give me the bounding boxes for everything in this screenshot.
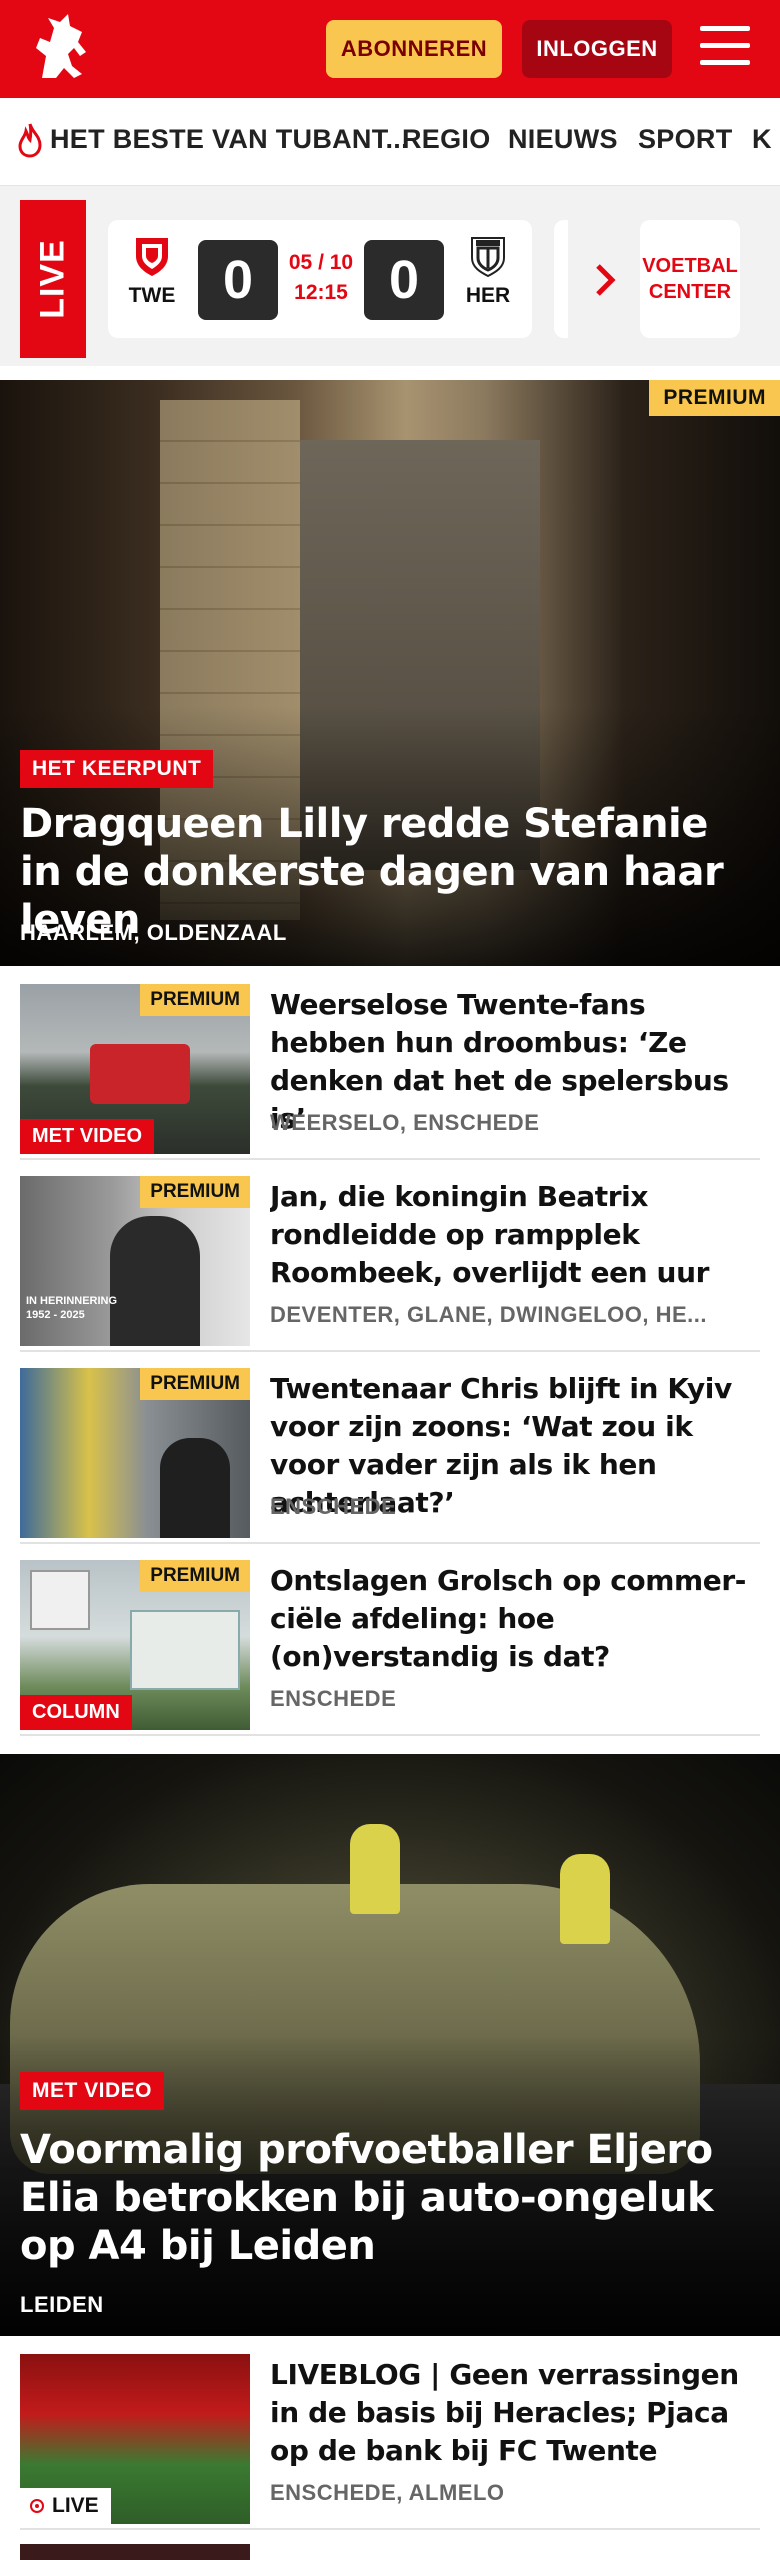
article-location: ENSCHEDE <box>270 1686 397 1711</box>
match-card[interactable]: TWE 0 05 / 10 12:15 0 HER <box>108 220 532 338</box>
next-article-thumbnail[interactable] <box>20 2544 250 2560</box>
heracles-crest-icon <box>468 234 508 278</box>
video-label: MET VIDEO <box>20 1119 155 1154</box>
article-thumbnail: IN HERINNERING 1952 - 2025 PREMIUM <box>20 1176 250 1346</box>
article-title[interactable]: Jan, die koningin Beatrix rondleidde op … <box>270 1178 760 1292</box>
premium-badge: PREMIUM <box>140 1560 250 1592</box>
video-label: MET VIDEO <box>20 2072 165 2110</box>
thumb-caption: IN HERINNERING 1952 - 2025 <box>26 1295 118 1321</box>
article-thumbnail: LIVE <box>20 2354 250 2524</box>
article-thumbnail: PREMIUM MET VIDEO <box>20 984 250 1154</box>
hero-article-2[interactable]: MET VIDEO Voormalig profvoetballer Eljer… <box>0 1754 780 2336</box>
live-chip: LIVE <box>20 2488 111 2524</box>
hero-article[interactable]: PREMIUM HET KEERPUNT Dragqueen Lilly red… <box>0 380 780 966</box>
columnist-avatar <box>30 1570 90 1630</box>
article-title[interactable]: LIVEBLOG | Geen verrassingen in de basis… <box>270 2356 760 2470</box>
article-location: WEERSELO, ENSCHEDE <box>270 1110 540 1135</box>
article-thumbnail: PREMIUM COLUMN <box>20 1560 250 1730</box>
list-item[interactable]: PREMIUM MET VIDEO Weerselose Twente-fans… <box>20 984 760 1160</box>
home-score: 0 <box>198 240 278 320</box>
premium-badge: PREMIUM <box>649 380 780 416</box>
building-shape <box>130 1610 240 1690</box>
article-label: HET KEERPUNT <box>20 750 214 788</box>
horse-icon[interactable] <box>20 8 104 92</box>
nav-item-best-of[interactable]: HET BESTE VAN TUBANT... <box>50 124 409 155</box>
column-label: COLUMN <box>20 1695 132 1730</box>
home-team: TWE <box>122 234 182 308</box>
article-location: ENSCHEDE <box>270 1494 397 1519</box>
premium-badge: PREMIUM <box>140 1176 250 1208</box>
chevron-right-icon[interactable] <box>590 262 620 298</box>
fc-twente-crest-icon <box>132 234 172 278</box>
away-score: 0 <box>364 240 444 320</box>
portrait-shape <box>110 1216 200 1346</box>
live-chip-label: LIVE <box>52 2494 99 2517</box>
officer-shape <box>350 1824 400 1914</box>
match-date: 05 / 10 <box>288 251 354 274</box>
flame-icon <box>16 122 44 158</box>
hero-location: LEIDEN <box>20 2292 104 2317</box>
nav-item-nieuws[interactable]: NIEUWS <box>508 124 618 155</box>
nav-item-regio[interactable]: REGIO <box>402 124 491 155</box>
article-title[interactable]: Ontslagen Grolsch op commer-ciële afdeli… <box>270 1562 760 1676</box>
live-dot-icon <box>30 2499 44 2513</box>
hero-title[interactable]: Voormalig profvoetballer Eljero Elia bet… <box>20 2126 760 2270</box>
premium-badge: PREMIUM <box>140 1368 250 1400</box>
officer-shape <box>560 1854 610 1944</box>
next-match-card[interactable] <box>554 220 568 338</box>
live-tag: LIVE <box>20 200 86 358</box>
section-nav: HET BESTE VAN TUBANT... REGIO NIEUWS SPO… <box>0 98 780 186</box>
list-item[interactable]: PREMIUM COLUMN Ontslagen Grolsch op comm… <box>20 1560 760 1736</box>
away-team-code: HER <box>465 284 511 307</box>
article-location: DEVENTER, GLANE, DWINGELOO, HE... <box>270 1302 707 1327</box>
list-item[interactable]: LIVE LIVEBLOG | Geen verrassingen in de … <box>20 2354 760 2530</box>
hero-location: HAARLEM, OLDENZAAL <box>20 920 287 945</box>
match-time: 12:15 <box>294 281 348 304</box>
nav-item-more[interactable]: K <box>752 124 772 155</box>
away-team: HER <box>458 234 518 308</box>
home-team-code: TWE <box>128 284 176 307</box>
hamburger-menu-icon[interactable] <box>700 26 750 70</box>
live-scores-bar: LIVE TWE 0 05 / 10 12:15 0 HER VOETBAL C… <box>0 186 780 366</box>
nav-item-sport[interactable]: SPORT <box>638 124 733 155</box>
premium-badge: PREMIUM <box>140 984 250 1016</box>
list-item[interactable]: IN HERINNERING 1952 - 2025 PREMIUM Jan, … <box>20 1176 760 1352</box>
subscribe-button[interactable]: ABONNEREN <box>326 20 502 78</box>
top-bar: ABONNEREN INLOGGEN <box>0 0 780 98</box>
article-location: ENSCHEDE, ALMELO <box>270 2480 505 2505</box>
football-center-link[interactable]: VOETBAL CENTER <box>640 220 740 338</box>
football-center-label-2: CENTER <box>648 281 732 303</box>
list-item[interactable]: PREMIUM Twentenaar Chris blijft in Kyiv … <box>20 1368 760 1544</box>
login-button[interactable]: INLOGGEN <box>522 20 672 78</box>
person-shape <box>160 1438 230 1538</box>
football-center-label-1: VOETBAL <box>642 255 738 277</box>
bus-shape <box>90 1044 190 1104</box>
match-datetime: 05 / 10 12:15 <box>286 248 356 308</box>
article-thumbnail: PREMIUM <box>20 1368 250 1538</box>
